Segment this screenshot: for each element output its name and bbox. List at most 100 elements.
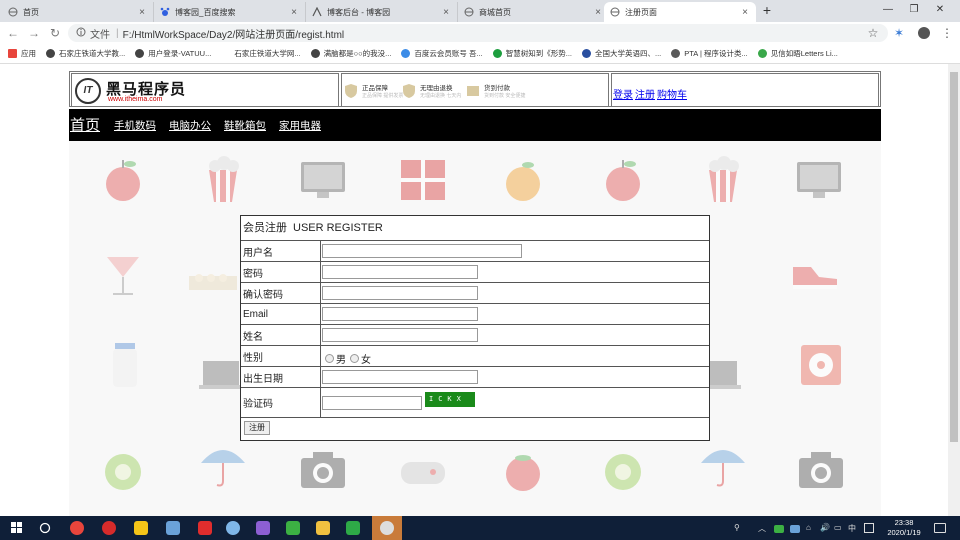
back-arrow-icon[interactable]: ← — [6, 25, 20, 41]
close-tab-icon[interactable]: × — [593, 7, 603, 18]
form-title-en: USER REGISTER — [293, 222, 383, 234]
ime-indicator[interactable]: 中 — [848, 523, 856, 534]
avatar[interactable] — [918, 27, 930, 39]
file-explorer-icon[interactable] — [312, 516, 334, 540]
start-windows-icon[interactable] — [6, 516, 28, 540]
wechat-tray-icon[interactable] — [774, 525, 784, 533]
bookmark-item[interactable]: 全国大学英语四、... — [582, 48, 661, 59]
notification-badge-icon[interactable] — [864, 523, 874, 533]
bookmark-item[interactable]: 满脑都是○○的我没... — [310, 48, 391, 59]
address-separator: | — [116, 27, 119, 39]
bookmark-star-icon[interactable]: ☆ — [866, 25, 880, 41]
login-link[interactable]: 登录 — [613, 86, 633, 101]
badge-cell: 正品保障 正品保障 提供发票 无理由退换 无理由退换 七天内 货到付款 货到付款 安全… — [341, 73, 609, 107]
wechat-folder-icon[interactable] — [130, 516, 152, 540]
forward-arrow-icon[interactable]: → — [27, 25, 41, 41]
gender-male-radio[interactable]: 男 — [325, 351, 346, 366]
battery-icon[interactable]: ▭ — [834, 523, 842, 532]
user-tray-icon[interactable]: ⚲ — [734, 523, 740, 532]
close-tab-icon[interactable]: × — [740, 7, 750, 18]
bookmark-item[interactable]: 见信如晤Letters Li... — [757, 48, 838, 59]
qq-tray-icon[interactable] — [790, 525, 800, 533]
bookmark-item[interactable]: 石家庄铁道大学网... — [221, 48, 301, 59]
hbuilder-icon[interactable] — [342, 516, 364, 540]
menu-dots-icon[interactable]: ⋮ — [940, 25, 954, 41]
globe-icon — [610, 7, 620, 17]
bookmark-item[interactable]: PTA | 程序设计类... — [671, 48, 748, 59]
form-row-birthday: 出生日期 — [241, 367, 709, 388]
scrollbar-thumb[interactable] — [950, 72, 958, 442]
reload-icon[interactable]: ↻ — [48, 25, 62, 41]
search-circle-icon[interactable] — [34, 516, 56, 540]
nav-shoes-bags[interactable]: 鞋靴箱包 — [224, 118, 266, 133]
bookmark-item[interactable]: 应用 — [8, 48, 36, 59]
chevron-up-icon[interactable]: ︿ — [758, 523, 766, 534]
paw-icon — [160, 7, 170, 17]
action-center-icon[interactable] — [934, 523, 946, 533]
new-tab-button[interactable]: + — [760, 3, 774, 17]
bookmark-item[interactable]: 智慧树知到《形势... — [492, 48, 572, 59]
birthday-input[interactable] — [322, 370, 478, 384]
register-button[interactable]: 注册 — [244, 421, 270, 435]
network-app-icon[interactable] — [162, 516, 184, 540]
minimize-button[interactable]: — — [880, 3, 896, 17]
gender-female-radio[interactable]: 女 — [350, 351, 371, 366]
photo-app-icon[interactable] — [372, 516, 402, 540]
form-row-confirm-password: 确认密码 — [241, 283, 709, 304]
captcha-input[interactable] — [322, 396, 422, 410]
tab-shop-home[interactable]: 商城首页 × — [458, 2, 610, 22]
network-tray-icon[interactable]: ⌂ — [806, 523, 811, 532]
close-tab-icon[interactable]: × — [137, 7, 147, 18]
clock-date: 2020/1/19 — [887, 528, 921, 537]
netease-music-icon[interactable] — [98, 516, 120, 540]
close-window-button[interactable]: ✕ — [932, 3, 948, 17]
password-input[interactable] — [322, 265, 478, 279]
bookmark-item[interactable]: 石家庄铁道大学教... — [46, 48, 125, 59]
email-input[interactable] — [322, 307, 478, 321]
globe-icon — [671, 49, 681, 58]
register-form: 会员注册 USER REGISTER 用户名 密码 确认密码 Email 姓名 性… — [240, 215, 710, 441]
ipod-icon — [801, 345, 841, 385]
tab-register[interactable]: 注册页面 × — [604, 2, 756, 22]
captcha-image[interactable]: ICKX — [425, 392, 475, 407]
tab-home[interactable]: 首页 × — [2, 2, 154, 22]
site-header: IT 黑马程序员 www.itheima.com 正品保障 正品保障 提供发票 无… — [69, 71, 881, 107]
sparkle-icon — [401, 49, 411, 58]
popcorn-icon — [709, 156, 739, 202]
badge-authentic: 正品保障 正品保障 提供发票 — [344, 82, 403, 99]
blank-icon — [221, 49, 231, 58]
username-input[interactable] — [322, 244, 522, 258]
volume-icon[interactable]: 🔊 — [820, 523, 830, 532]
confirm-password-input[interactable] — [322, 286, 478, 300]
nav-appliances[interactable]: 家用电器 — [279, 118, 321, 133]
tab-blog-admin[interactable]: 博客后台 - 博客园 × — [306, 2, 458, 22]
chrome-icon[interactable] — [66, 516, 88, 540]
nav-home[interactable]: 首页 — [70, 114, 100, 135]
close-tab-icon[interactable]: × — [289, 7, 299, 18]
tmall-icon[interactable] — [194, 516, 216, 540]
apple-icon — [606, 160, 640, 201]
globe-icon — [135, 49, 145, 58]
nav-phones[interactable]: 手机数码 — [114, 118, 156, 133]
address-bar[interactable]: 文件 | F:/HtmlWorkSpace/Day2/网站注册页面/regist… — [68, 24, 888, 42]
system-clock[interactable]: 23:38 2020/1/19 — [880, 518, 928, 538]
pycharm-icon[interactable] — [282, 516, 304, 540]
cloud-icon[interactable] — [222, 516, 244, 540]
kiwi-icon — [105, 454, 141, 490]
nav-computers[interactable]: 电脑办公 — [169, 118, 211, 133]
main-nav: 首页 手机数码 电脑办公 鞋靴箱包 家用电器 — [69, 109, 881, 141]
clock-time: 23:38 — [894, 518, 914, 527]
maximize-button[interactable]: ❐ — [906, 3, 922, 17]
bookmark-item[interactable]: 用户登录-VATUU... — [135, 48, 211, 59]
cart-link[interactable]: 购物车 — [657, 86, 687, 101]
name-input[interactable] — [322, 328, 478, 342]
shield-icon — [345, 83, 357, 98]
tab-baidu-search[interactable]: 博客园_百度搜索 × — [154, 2, 306, 22]
brand-url: www.itheima.com — [108, 96, 163, 103]
bookmark-item[interactable]: 百度云会员账号 吾... — [401, 48, 483, 59]
close-tab-icon[interactable]: × — [441, 7, 451, 18]
gamepad-icon — [401, 462, 445, 484]
extension-icon[interactable]: ✶ — [892, 25, 906, 41]
register-link[interactable]: 注册 — [635, 86, 655, 101]
github-icon[interactable] — [252, 516, 274, 540]
